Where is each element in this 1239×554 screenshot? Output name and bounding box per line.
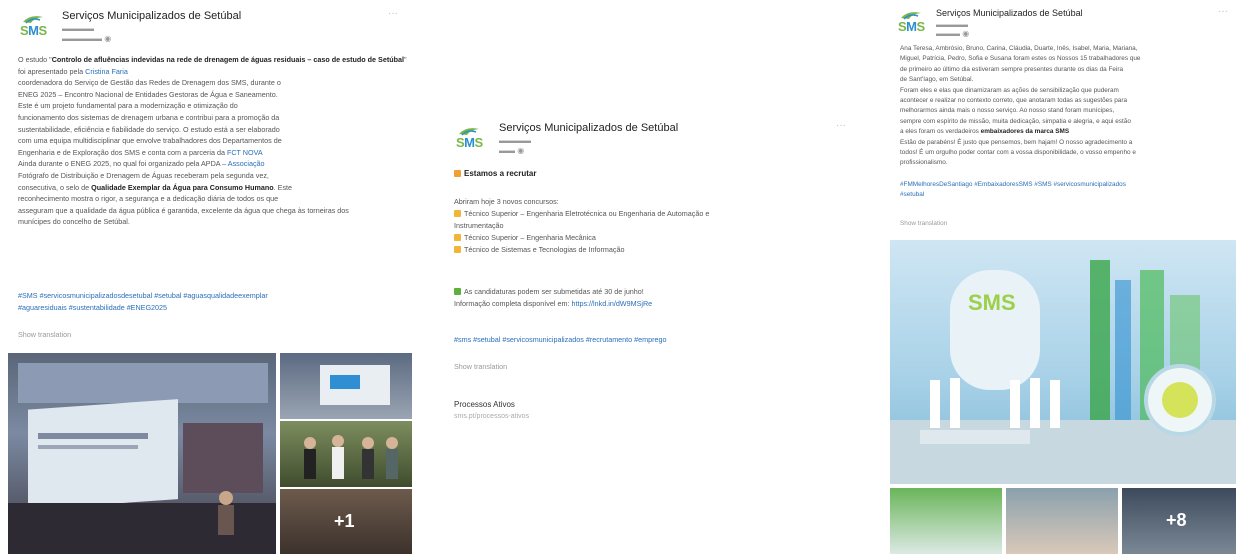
pointer-icon bbox=[454, 246, 461, 253]
sms-logo[interactable]: SMS bbox=[898, 10, 932, 36]
more-photos-count: +8 bbox=[1166, 510, 1187, 530]
post3-photo-4[interactable]: +8 bbox=[1122, 488, 1236, 554]
sms-logo[interactable]: SMS bbox=[20, 14, 54, 40]
post3-body: Ana Teresa, Ambrósio, Bruno, Carina, Clá… bbox=[900, 45, 1141, 167]
post-card-3: SMS Serviços Municipalizados de Setúbal … bbox=[888, 0, 1239, 554]
card-subtitle: sms.pt/processos-ativos bbox=[454, 413, 530, 420]
post1-photo-2[interactable] bbox=[280, 353, 412, 419]
sms-logo[interactable]: SMS bbox=[456, 126, 490, 152]
show-translation-link[interactable]: Show translation bbox=[454, 362, 507, 371]
post3-hashtags[interactable]: #FMMelhoresDeSantiago #EmbaixadoresSMS #… bbox=[900, 180, 1236, 201]
more-options-icon[interactable]: ··· bbox=[1218, 6, 1228, 17]
job-item-1: Técnico Superior – Engenharia Eletrotécn… bbox=[454, 208, 709, 220]
svg-text:SMS: SMS bbox=[968, 290, 1016, 315]
post3-photo-2[interactable] bbox=[890, 488, 1002, 554]
open-label: Abriram hoje 3 novos concursos: bbox=[454, 197, 559, 206]
post1-photo-4[interactable]: +1 bbox=[280, 489, 412, 554]
post1-hashtags[interactable]: #SMS #servicosmunicipalizadosdesetubal #… bbox=[18, 290, 410, 313]
info-text: Informação completa disponível em: https… bbox=[454, 299, 653, 308]
more-options-icon[interactable]: ··· bbox=[388, 8, 398, 19]
job-item-3: Técnico de Sistemas e Tecnologias de Inf… bbox=[454, 244, 624, 256]
org-name[interactable]: Serviços Municipalizados de Setúbal bbox=[499, 122, 678, 134]
org-name[interactable]: Serviços Municipalizados de Setúbal bbox=[936, 8, 1083, 18]
job-item-1-cont: Instrumentação bbox=[454, 221, 504, 230]
info-link[interactable]: https://lnkd.in/dW9MSjRe bbox=[571, 299, 652, 308]
pointer-icon bbox=[454, 210, 461, 217]
post1-photo-3[interactable] bbox=[280, 421, 412, 487]
show-translation-link[interactable]: Show translation bbox=[900, 220, 947, 227]
post3-photo-main[interactable]: SMS bbox=[890, 240, 1236, 484]
post-card-2: SMS Serviços Municipalizados de Setúbal … bbox=[446, 112, 854, 442]
org-name[interactable]: Serviços Municipalizados de Setúbal bbox=[62, 10, 241, 22]
post2-hashtags[interactable]: #sms #setubal #servicosmunicipalizados #… bbox=[454, 334, 667, 346]
more-options-icon[interactable]: ··· bbox=[836, 120, 846, 131]
post-time-meta: ▬▬▬ ◉ bbox=[936, 29, 970, 38]
post-time-meta: ▬▬▬▬▬ ◉ bbox=[62, 34, 112, 43]
recruit-heading: Estamos a recrutar bbox=[454, 168, 536, 180]
post-time-meta: ▬▬ ◉ bbox=[499, 146, 525, 155]
link-preview-card[interactable]: Processos Ativos sms.pt/processos-ativos bbox=[454, 400, 634, 434]
pointer-icon bbox=[454, 234, 461, 241]
follower-meta: ▬▬▬▬ bbox=[499, 136, 531, 145]
more-photos-count: +1 bbox=[334, 511, 355, 531]
post-card-1: SMS Serviços Municipalizados de Setúbal … bbox=[8, 0, 412, 554]
show-translation-link[interactable]: Show translation bbox=[18, 330, 71, 339]
job-item-2: Técnico Superior – Engenharia Mecânica bbox=[454, 232, 596, 244]
megaphone-icon bbox=[454, 170, 461, 177]
follower-meta: ▬▬▬▬ bbox=[936, 20, 968, 29]
card-title: Processos Ativos bbox=[454, 400, 515, 409]
post1-photo-main[interactable] bbox=[8, 353, 276, 554]
post3-photo-3[interactable] bbox=[1006, 488, 1118, 554]
check-icon bbox=[454, 288, 461, 295]
post1-body: O estudo "Controlo de afluências indevid… bbox=[18, 55, 407, 227]
deadline-text: As candidaturas podem ser submetidas até… bbox=[454, 286, 644, 298]
follower-meta: ▬▬▬▬ bbox=[62, 24, 94, 33]
